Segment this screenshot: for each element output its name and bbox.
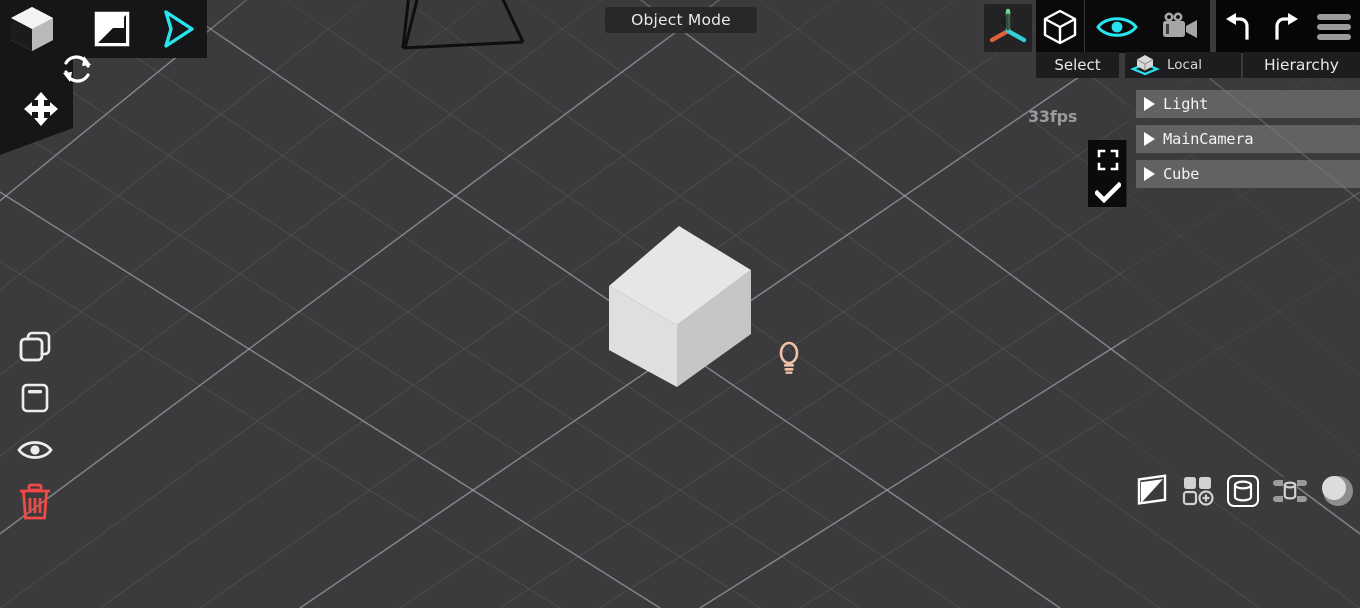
hierarchy-item-label: Cube — [1163, 165, 1200, 183]
coordinate-space-button[interactable]: Local — [1125, 52, 1241, 78]
focus-frame-icon — [1097, 149, 1118, 170]
material-sphere-icon[interactable] — [1321, 474, 1355, 508]
check-icon — [1094, 182, 1121, 204]
local-space-label: Local — [1167, 57, 1202, 73]
rotate-icon[interactable] — [58, 50, 96, 88]
shading-icon[interactable] — [92, 9, 132, 49]
editor-root: 33fps Object Mode Select Local Hierarchy… — [0, 0, 1360, 608]
list-item[interactable]: Cube — [1136, 160, 1360, 188]
trash-icon[interactable] — [12, 476, 58, 528]
select-button[interactable]: Select — [1036, 52, 1119, 78]
object-mode-button[interactable] — [1036, 0, 1084, 53]
hierarchy-tab[interactable]: Hierarchy — [1243, 52, 1360, 78]
movie-camera-icon[interactable] — [1160, 11, 1200, 42]
history-menu-group — [1216, 0, 1360, 53]
panel-icon[interactable] — [12, 372, 58, 424]
undo-icon[interactable] — [1223, 12, 1255, 42]
confirm-button[interactable] — [1088, 179, 1127, 207]
light-gizmo-icon[interactable] — [776, 341, 802, 375]
cube-3d-icon[interactable] — [8, 4, 56, 54]
layers-icon[interactable] — [1271, 475, 1309, 507]
fps-counter: 33fps — [1028, 107, 1078, 126]
cursor-play-icon[interactable] — [158, 8, 198, 50]
focus-button[interactable] — [1088, 140, 1127, 179]
redo-icon[interactable] — [1269, 12, 1301, 42]
list-item[interactable]: Light — [1136, 90, 1360, 118]
eye-icon[interactable] — [12, 424, 58, 476]
hierarchy-item-label: Light — [1163, 95, 1209, 113]
eye-icon[interactable] — [1095, 13, 1139, 41]
view-toggle-group — [1085, 0, 1210, 53]
move-icon[interactable] — [22, 90, 60, 128]
duplicate-icon[interactable] — [12, 320, 58, 372]
mode-indicator[interactable]: Object Mode — [605, 7, 757, 33]
chevron-right-icon[interactable] — [1144, 167, 1155, 181]
shading-triangle-icon[interactable] — [1135, 474, 1169, 508]
camera-frustum-wireframe[interactable] — [395, 0, 605, 50]
left-tool-strip — [12, 320, 58, 528]
primitive-icon[interactable] — [1227, 475, 1259, 507]
list-item[interactable]: MainCamera — [1136, 125, 1360, 153]
cube-outline-icon — [1043, 9, 1077, 44]
hamburger-menu-icon[interactable] — [1315, 12, 1353, 42]
axis-gizmo[interactable] — [983, 3, 1033, 53]
cube-object[interactable] — [607, 224, 753, 389]
add-grid-icon[interactable] — [1181, 474, 1215, 508]
bottom-right-toolbar — [1135, 470, 1360, 512]
chevron-right-icon[interactable] — [1144, 132, 1155, 146]
hierarchy-panel: Light MainCamera Cube — [1126, 78, 1360, 478]
local-space-icon — [1130, 53, 1160, 77]
hierarchy-item-label: MainCamera — [1163, 130, 1254, 148]
chevron-right-icon[interactable] — [1144, 97, 1155, 111]
